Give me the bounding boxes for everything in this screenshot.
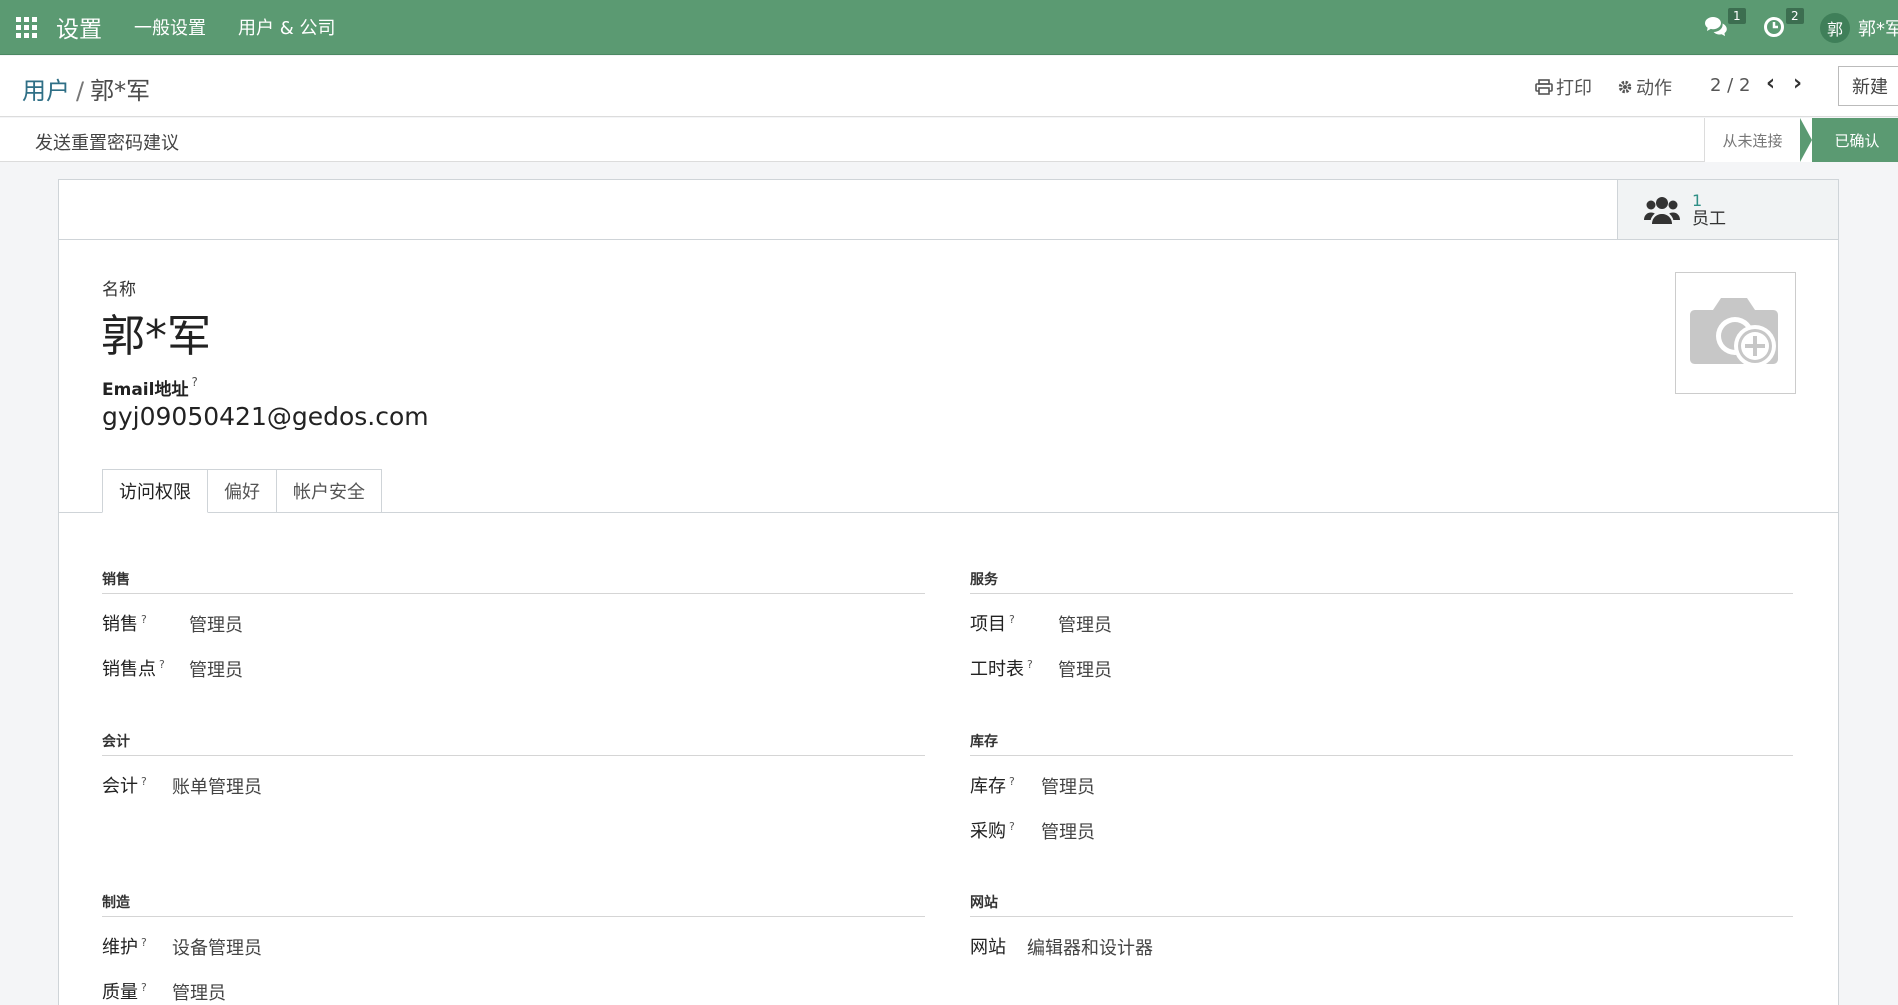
- status-confirmed[interactable]: 已确认: [1800, 118, 1898, 162]
- tab-access-rights[interactable]: 访问权限: [102, 469, 208, 513]
- gear-icon: [1618, 80, 1632, 94]
- group-inventory: 库存 库存? 管理员 采购? 管理员: [970, 731, 1793, 846]
- field-label: 维护?: [102, 936, 147, 958]
- group-title: 会计: [102, 731, 925, 756]
- field-label: 项目?: [970, 613, 1015, 635]
- pager-next-icon[interactable]: ›: [1793, 71, 1802, 96]
- messages-badge: 1: [1728, 7, 1746, 24]
- tab-preferences[interactable]: 偏好: [208, 469, 277, 513]
- field-value-select[interactable]: 设备管理员: [172, 934, 262, 960]
- group-title: 库存: [970, 731, 1793, 756]
- field-row: 维护? 设备管理员: [102, 917, 925, 962]
- apps-menu-icon[interactable]: [16, 17, 40, 38]
- send-reset-password-button[interactable]: 发送重置密码建议: [35, 129, 179, 155]
- field-label: 会计?: [102, 775, 147, 797]
- photo-upload[interactable]: [1675, 272, 1796, 394]
- field-row: 采购? 管理员: [970, 801, 1793, 846]
- field-row: 会计? 账单管理员: [102, 756, 925, 801]
- avatar: 郭: [1820, 12, 1850, 43]
- group-services: 服务 项目? 管理员 工时表? 管理员: [970, 569, 1793, 684]
- field-label: 库存?: [970, 775, 1015, 797]
- field-row: 项目? 管理员: [970, 594, 1793, 639]
- group-accounting: 会计 会计? 账单管理员: [102, 731, 925, 801]
- status-never-connected[interactable]: 从未连接: [1704, 118, 1800, 162]
- employee-smart-button[interactable]: 1 员工: [1617, 180, 1838, 239]
- top-navbar: 设置 一般设置 用户 & 公司 1 2 郭 郭*军: [0, 0, 1898, 55]
- field-value-select[interactable]: 管理员: [189, 656, 243, 682]
- tab-account-security[interactable]: 帐户安全: [277, 469, 382, 513]
- field-value-select[interactable]: 管理员: [1058, 611, 1112, 637]
- breadcrumb-separator: /: [76, 77, 85, 105]
- name-label: 名称: [102, 280, 136, 300]
- pager-previous-icon[interactable]: ‹: [1766, 71, 1775, 96]
- field-value-select[interactable]: 编辑器和设计器: [1027, 934, 1153, 960]
- field-value-select[interactable]: 管理员: [1058, 656, 1112, 682]
- print-button[interactable]: 打印: [1535, 74, 1592, 100]
- field-label: 采购?: [970, 820, 1015, 842]
- user-menu[interactable]: 郭 郭*军: [1820, 12, 1898, 43]
- field-label: 网站: [970, 937, 1006, 958]
- email-help-icon[interactable]: ?: [191, 375, 197, 389]
- breadcrumb-current: 郭*军: [90, 77, 151, 105]
- field-value-select[interactable]: 管理员: [1041, 773, 1095, 799]
- messages-icon[interactable]: 1: [1704, 7, 1746, 42]
- group-manufacturing: 制造 维护? 设备管理员 质量? 管理员: [102, 892, 925, 1005]
- status-pipeline: 从未连接 已确认: [1704, 118, 1898, 162]
- field-label: 质量?: [102, 981, 147, 1003]
- status-bar: 发送重置密码建议 从未连接 已确认: [0, 118, 1898, 162]
- employee-count: 1: [1692, 190, 1703, 210]
- field-label: 工时表?: [970, 658, 1033, 680]
- field-row: 销售? 管理员: [102, 594, 925, 639]
- field-row: 工时表? 管理员: [970, 639, 1793, 684]
- email-field[interactable]: gyj09050421@gedos.com: [102, 402, 429, 431]
- field-value-select[interactable]: 管理员: [172, 979, 226, 1005]
- app-title[interactable]: 设置: [56, 10, 102, 44]
- name-field[interactable]: 郭*军: [101, 300, 211, 364]
- action-label: 动作: [1636, 78, 1672, 99]
- breadcrumb-users-link[interactable]: 用户: [22, 77, 70, 105]
- action-button[interactable]: 动作: [1617, 74, 1672, 100]
- users-icon: [1644, 196, 1680, 224]
- group-title: 网站: [970, 892, 1793, 917]
- email-label: Email地址?: [102, 375, 198, 400]
- field-row: 销售点? 管理员: [102, 639, 925, 684]
- menu-users-companies[interactable]: 用户 & 公司: [238, 14, 335, 40]
- user-name: 郭*军: [1858, 18, 1898, 40]
- pager-value[interactable]: 2 / 2: [1710, 75, 1750, 96]
- field-value-select[interactable]: 管理员: [1041, 818, 1095, 844]
- employee-label: 员工: [1692, 208, 1726, 229]
- group-title: 服务: [970, 569, 1793, 594]
- field-row: 网站 编辑器和设计器: [970, 917, 1793, 962]
- print-icon: [1535, 79, 1553, 95]
- breadcrumb: 用户 / 郭*军: [22, 71, 150, 106]
- group-sales: 销售 销售? 管理员 销售点? 管理员: [102, 569, 925, 684]
- activity-clock-icon[interactable]: 2: [1762, 7, 1804, 42]
- group-title: 销售: [102, 569, 925, 594]
- group-title: 制造: [102, 892, 925, 917]
- menu-general-settings[interactable]: 一般设置: [134, 14, 206, 40]
- form-tabs: 访问权限 偏好 帐户安全: [102, 469, 382, 513]
- field-label: 销售点?: [102, 658, 165, 680]
- activities-badge: 2: [1786, 7, 1804, 24]
- button-box: 1 员工: [59, 180, 1838, 240]
- new-button[interactable]: 新建: [1838, 66, 1898, 106]
- field-label: 销售?: [102, 613, 147, 635]
- field-value-select[interactable]: 管理员: [189, 611, 243, 637]
- field-row: 质量? 管理员: [102, 962, 925, 1005]
- field-row: 库存? 管理员: [970, 756, 1793, 801]
- print-label: 打印: [1556, 78, 1592, 99]
- email-label-text: Email地址: [102, 380, 189, 400]
- control-panel: 用户 / 郭*军 打印 动作 2 / 2 ‹ › 新建: [0, 56, 1898, 117]
- camera-plus-icon: [1689, 298, 1778, 367]
- form-sheet: 1 员工 名称 郭*军 Email地址? gyj09050421@gedos.c…: [58, 179, 1839, 1005]
- group-website: 网站 网站 编辑器和设计器: [970, 892, 1793, 962]
- field-value-select[interactable]: 账单管理员: [172, 773, 262, 799]
